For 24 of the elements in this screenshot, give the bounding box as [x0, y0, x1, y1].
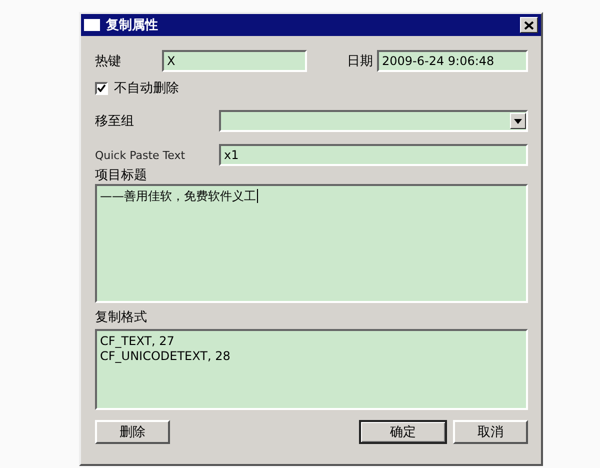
close-button[interactable] — [520, 17, 538, 33]
hotkey-field[interactable]: X — [162, 50, 307, 72]
window-icon — [84, 19, 100, 31]
quick-paste-field[interactable]: x1 — [219, 144, 528, 166]
hotkey-label: 热键 — [95, 53, 122, 70]
delete-button[interactable]: 删除 — [95, 420, 170, 444]
format-item: CF_TEXT, 27 — [100, 334, 176, 349]
ok-button[interactable]: 确定 — [359, 420, 447, 444]
group-dropdown[interactable] — [219, 110, 528, 132]
date-label: 日期 — [347, 53, 373, 70]
checkbox-label: 不自动删除 — [114, 80, 179, 97]
format-item: CF_UNICODETEXT, 28 — [100, 349, 232, 364]
checkbox[interactable] — [95, 82, 108, 94]
caret-icon — [514, 118, 522, 124]
window-title: 复制属性 — [106, 17, 159, 34]
item-title-label: 项目标题 — [95, 167, 147, 184]
group-label: 移至组 — [95, 113, 135, 130]
copy-formats-list[interactable]: CF_TEXT, 27 CF_UNICODETEXT, 28 — [95, 329, 528, 410]
close-icon — [524, 20, 534, 30]
item-title-field[interactable]: ——善用佳软，免费软件义工 — [95, 184, 528, 303]
quick-paste-label: Quick Paste Text — [95, 148, 186, 162]
date-field[interactable]: 2009-6-24 9:06:48 — [377, 50, 528, 72]
copy-formats-label: 复制格式 — [95, 309, 147, 326]
cancel-button[interactable]: 取消 — [453, 420, 528, 444]
